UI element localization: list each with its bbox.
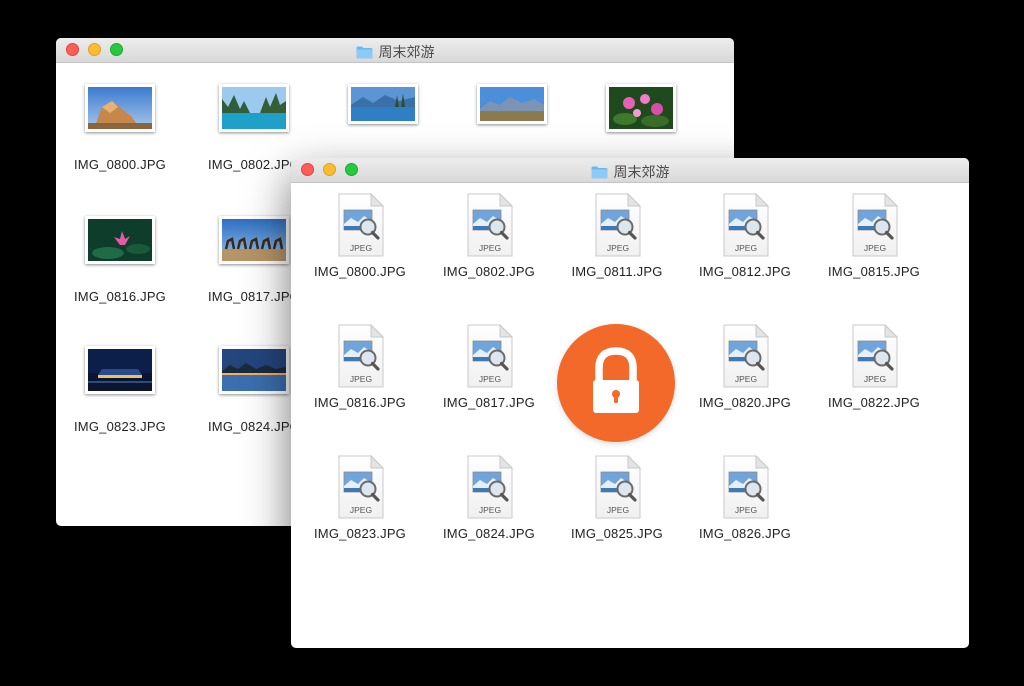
file-name: IMG_0802.JPG: [443, 264, 535, 279]
photo-thumbnail: [219, 346, 289, 394]
jpeg-file-icon: JPEG: [467, 324, 514, 388]
file-item[interactable]: IMG_0823.JPG: [60, 346, 180, 434]
file-item[interactable]: [323, 84, 443, 149]
jpeg-file-icon: JPEG: [723, 324, 770, 388]
file-name: IMG_0822.JPG: [828, 395, 920, 410]
jpeg-file-icon: JPEG: [852, 324, 899, 388]
file-item[interactable]: IMG_0816.JPG: [60, 216, 180, 304]
photo-thumbnail: [606, 84, 676, 132]
titlebar[interactable]: 周末郊游: [291, 158, 969, 183]
file-item[interactable]: [581, 84, 701, 157]
file-item[interactable]: IMG_0800.JPG: [60, 84, 180, 172]
file-name: IMG_0800.JPG: [314, 264, 406, 279]
file-item[interactable]: JPEG IMG_0800.JPG: [300, 193, 420, 279]
photo-thumbnail: [477, 84, 547, 124]
file-name: IMG_0815.JPG: [828, 264, 920, 279]
jpeg-file-icon: JPEG: [723, 193, 770, 257]
file-type-label: JPEG: [350, 505, 372, 515]
jpeg-file-icon: JPEG: [338, 193, 385, 257]
file-name: IMG_0817.JPG: [443, 395, 535, 410]
file-type-label: JPEG: [350, 374, 372, 384]
padlock-icon: [593, 347, 639, 413]
photo-thumbnail: [219, 84, 289, 132]
file-item[interactable]: JPEG IMG_0802.JPG: [429, 193, 549, 279]
jpeg-file-icon: JPEG: [338, 324, 385, 388]
folder-icon: [356, 46, 372, 58]
photo-thumbnail: [85, 346, 155, 394]
jpeg-file-icon: JPEG: [723, 455, 770, 519]
file-type-label: JPEG: [735, 374, 757, 384]
file-name: IMG_0816.JPG: [74, 289, 166, 304]
photo-thumbnail: [348, 84, 418, 124]
jpeg-file-icon: JPEG: [338, 455, 385, 519]
file-type-label: JPEG: [864, 243, 886, 253]
file-item[interactable]: JPEG IMG_0817.JPG: [429, 324, 549, 410]
jpeg-file-icon: JPEG: [852, 193, 899, 257]
folder-icon: [591, 166, 607, 178]
file-name: IMG_0816.JPG: [314, 395, 406, 410]
window-title: 周末郊游: [613, 164, 670, 180]
file-type-label: JPEG: [479, 505, 501, 515]
file-item[interactable]: JPEG IMG_0823.JPG: [300, 455, 420, 541]
file-type-label: JPEG: [350, 243, 372, 253]
file-item[interactable]: JPEG IMG_0822.JPG: [814, 324, 934, 410]
file-item[interactable]: JPEG IMG_0826.JPG: [685, 455, 805, 541]
titlebar[interactable]: 周末郊游: [56, 38, 734, 63]
file-name: IMG_0800.JPG: [74, 157, 166, 172]
file-item[interactable]: JPEG IMG_0811.JPG: [557, 193, 677, 279]
file-name: IMG_0825.JPG: [571, 526, 663, 541]
jpeg-file-icon: JPEG: [595, 455, 642, 519]
jpeg-file-icon: JPEG: [467, 193, 514, 257]
photo-thumbnail: [85, 84, 155, 132]
file-type-label: JPEG: [864, 374, 886, 384]
jpeg-file-icon: JPEG: [595, 193, 642, 257]
file-name: IMG_0812.JPG: [699, 264, 791, 279]
file-name: IMG_0824.JPG: [443, 526, 535, 541]
file-item[interactable]: [452, 84, 572, 149]
window-title: 周末郊游: [378, 44, 435, 60]
photo-thumbnail: [219, 216, 289, 264]
file-item[interactable]: JPEG IMG_0816.JPG: [300, 324, 420, 410]
file-name: IMG_0823.JPG: [74, 419, 166, 434]
lock-badge: [557, 324, 675, 442]
file-name: IMG_0820.JPG: [699, 395, 791, 410]
file-type-label: JPEG: [479, 243, 501, 253]
file-name: IMG_0811.JPG: [571, 264, 663, 279]
jpeg-file-icon: JPEG: [467, 455, 514, 519]
file-type-label: JPEG: [479, 374, 501, 384]
file-item[interactable]: JPEG IMG_0825.JPG: [557, 455, 677, 541]
file-name: IMG_0823.JPG: [314, 526, 406, 541]
file-item[interactable]: JPEG IMG_0824.JPG: [429, 455, 549, 541]
file-item[interactable]: JPEG IMG_0820.JPG: [685, 324, 805, 410]
file-item[interactable]: JPEG IMG_0815.JPG: [814, 193, 934, 279]
file-name: IMG_0826.JPG: [699, 526, 791, 541]
file-type-label: JPEG: [735, 505, 757, 515]
file-type-label: JPEG: [607, 243, 629, 253]
file-type-label: JPEG: [735, 243, 757, 253]
photo-thumbnail: [85, 216, 155, 264]
file-type-label: JPEG: [607, 505, 629, 515]
file-item[interactable]: JPEG IMG_0812.JPG: [685, 193, 805, 279]
